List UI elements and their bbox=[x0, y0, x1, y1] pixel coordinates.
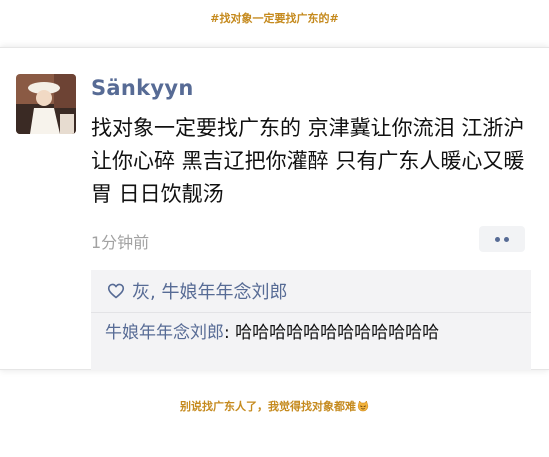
comment-item[interactable]: 牛娘年年念刘郎: 哈哈哈哈哈哈哈哈哈哈哈哈 bbox=[105, 320, 485, 346]
comment-separator: : bbox=[224, 323, 236, 343]
comment-author[interactable]: 牛娘年年念刘郎 bbox=[105, 323, 224, 343]
post-time: 1分钟前 bbox=[91, 233, 150, 252]
avatar-image bbox=[16, 74, 76, 134]
post-text: 找对象一定要找广东的 京津冀让你流泪 江浙沪让你心碎 黑吉辽把你灌醉 只有广东人… bbox=[91, 116, 525, 206]
comment-text: 哈哈哈哈哈哈哈哈哈哈哈哈 bbox=[235, 323, 440, 343]
moment-card: Sänkyyn 找对象一定要找广东的 京津冀让你流泪 江浙沪让你心碎 黑吉辽把你… bbox=[0, 47, 549, 370]
interaction-panel: 灰, 牛娘年年念刘郎 牛娘年年念刘郎: 哈哈哈哈哈哈哈哈哈哈哈哈 bbox=[91, 270, 531, 370]
heart-icon bbox=[107, 283, 125, 299]
caption: 别说找广东人了，我觉得找对象都难 bbox=[0, 398, 549, 414]
post-author[interactable]: Sänkyyn bbox=[91, 76, 194, 100]
more-button[interactable] bbox=[479, 226, 525, 252]
avatar[interactable] bbox=[16, 74, 76, 134]
likes-names[interactable]: 灰, 牛娘年年念刘郎 bbox=[132, 278, 287, 304]
likes-row: 灰, 牛娘年年念刘郎 bbox=[91, 270, 531, 313]
hashtag-title[interactable]: #找对象一定要找广东的# bbox=[0, 10, 549, 26]
more-dots-icon bbox=[504, 236, 509, 242]
more-dots-icon bbox=[495, 236, 500, 242]
caption-text: 别说找广东人了，我觉得找对象都难 bbox=[180, 400, 356, 413]
cat-face-emoji-icon bbox=[357, 400, 369, 412]
